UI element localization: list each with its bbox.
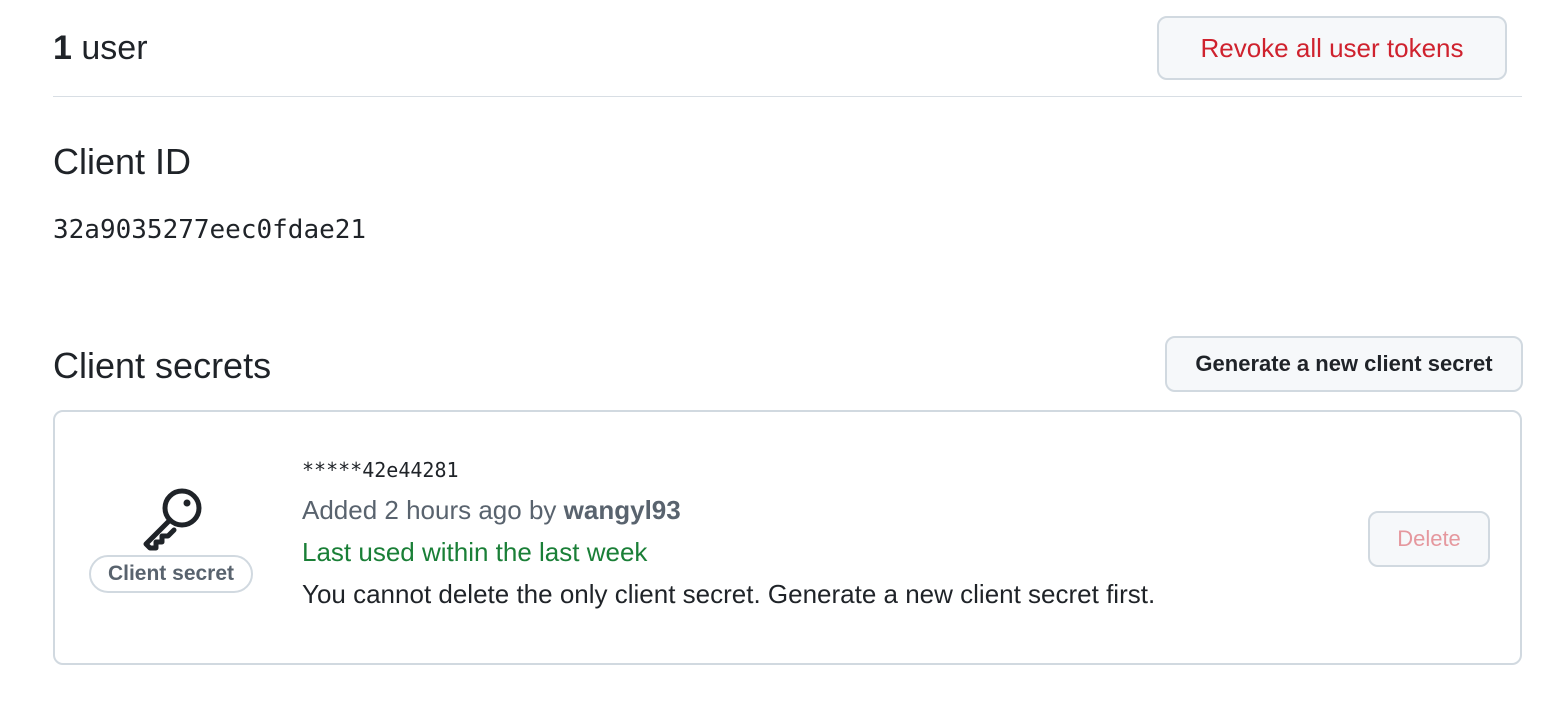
client-secrets-heading: Client secrets: [53, 345, 272, 386]
revoke-all-tokens-button[interactable]: Revoke all user tokens: [1157, 16, 1507, 80]
users-count: 1 user: [53, 28, 148, 68]
added-by-user: wangyl93: [563, 495, 681, 525]
client-secret-added-info: Added 2 hours ago by wangyl93: [302, 494, 681, 526]
client-id-heading: Client ID: [53, 141, 192, 182]
users-header: 1 user Revoke all user tokens: [53, 16, 1522, 97]
client-secret-badge: Client secret: [89, 555, 253, 593]
client-secret-last-used: Last used within the last week: [302, 537, 648, 567]
key-icon: [143, 488, 202, 551]
users-count-label: user: [81, 29, 148, 67]
client-secret-masked-value: *****42e44281: [302, 458, 459, 482]
delete-secret-button[interactable]: Delete: [1368, 511, 1490, 567]
added-prefix: Added 2 hours ago by: [302, 495, 557, 525]
users-count-number: 1: [53, 29, 72, 67]
client-secret-delete-note: You cannot delete the only client secret…: [302, 579, 1156, 609]
client-id-value: 32a9035277eec0fdae21: [53, 215, 367, 245]
generate-client-secret-button[interactable]: Generate a new client secret: [1165, 336, 1523, 392]
client-secret-item: Client secret *****42e44281 Added 2 hour…: [53, 410, 1522, 665]
